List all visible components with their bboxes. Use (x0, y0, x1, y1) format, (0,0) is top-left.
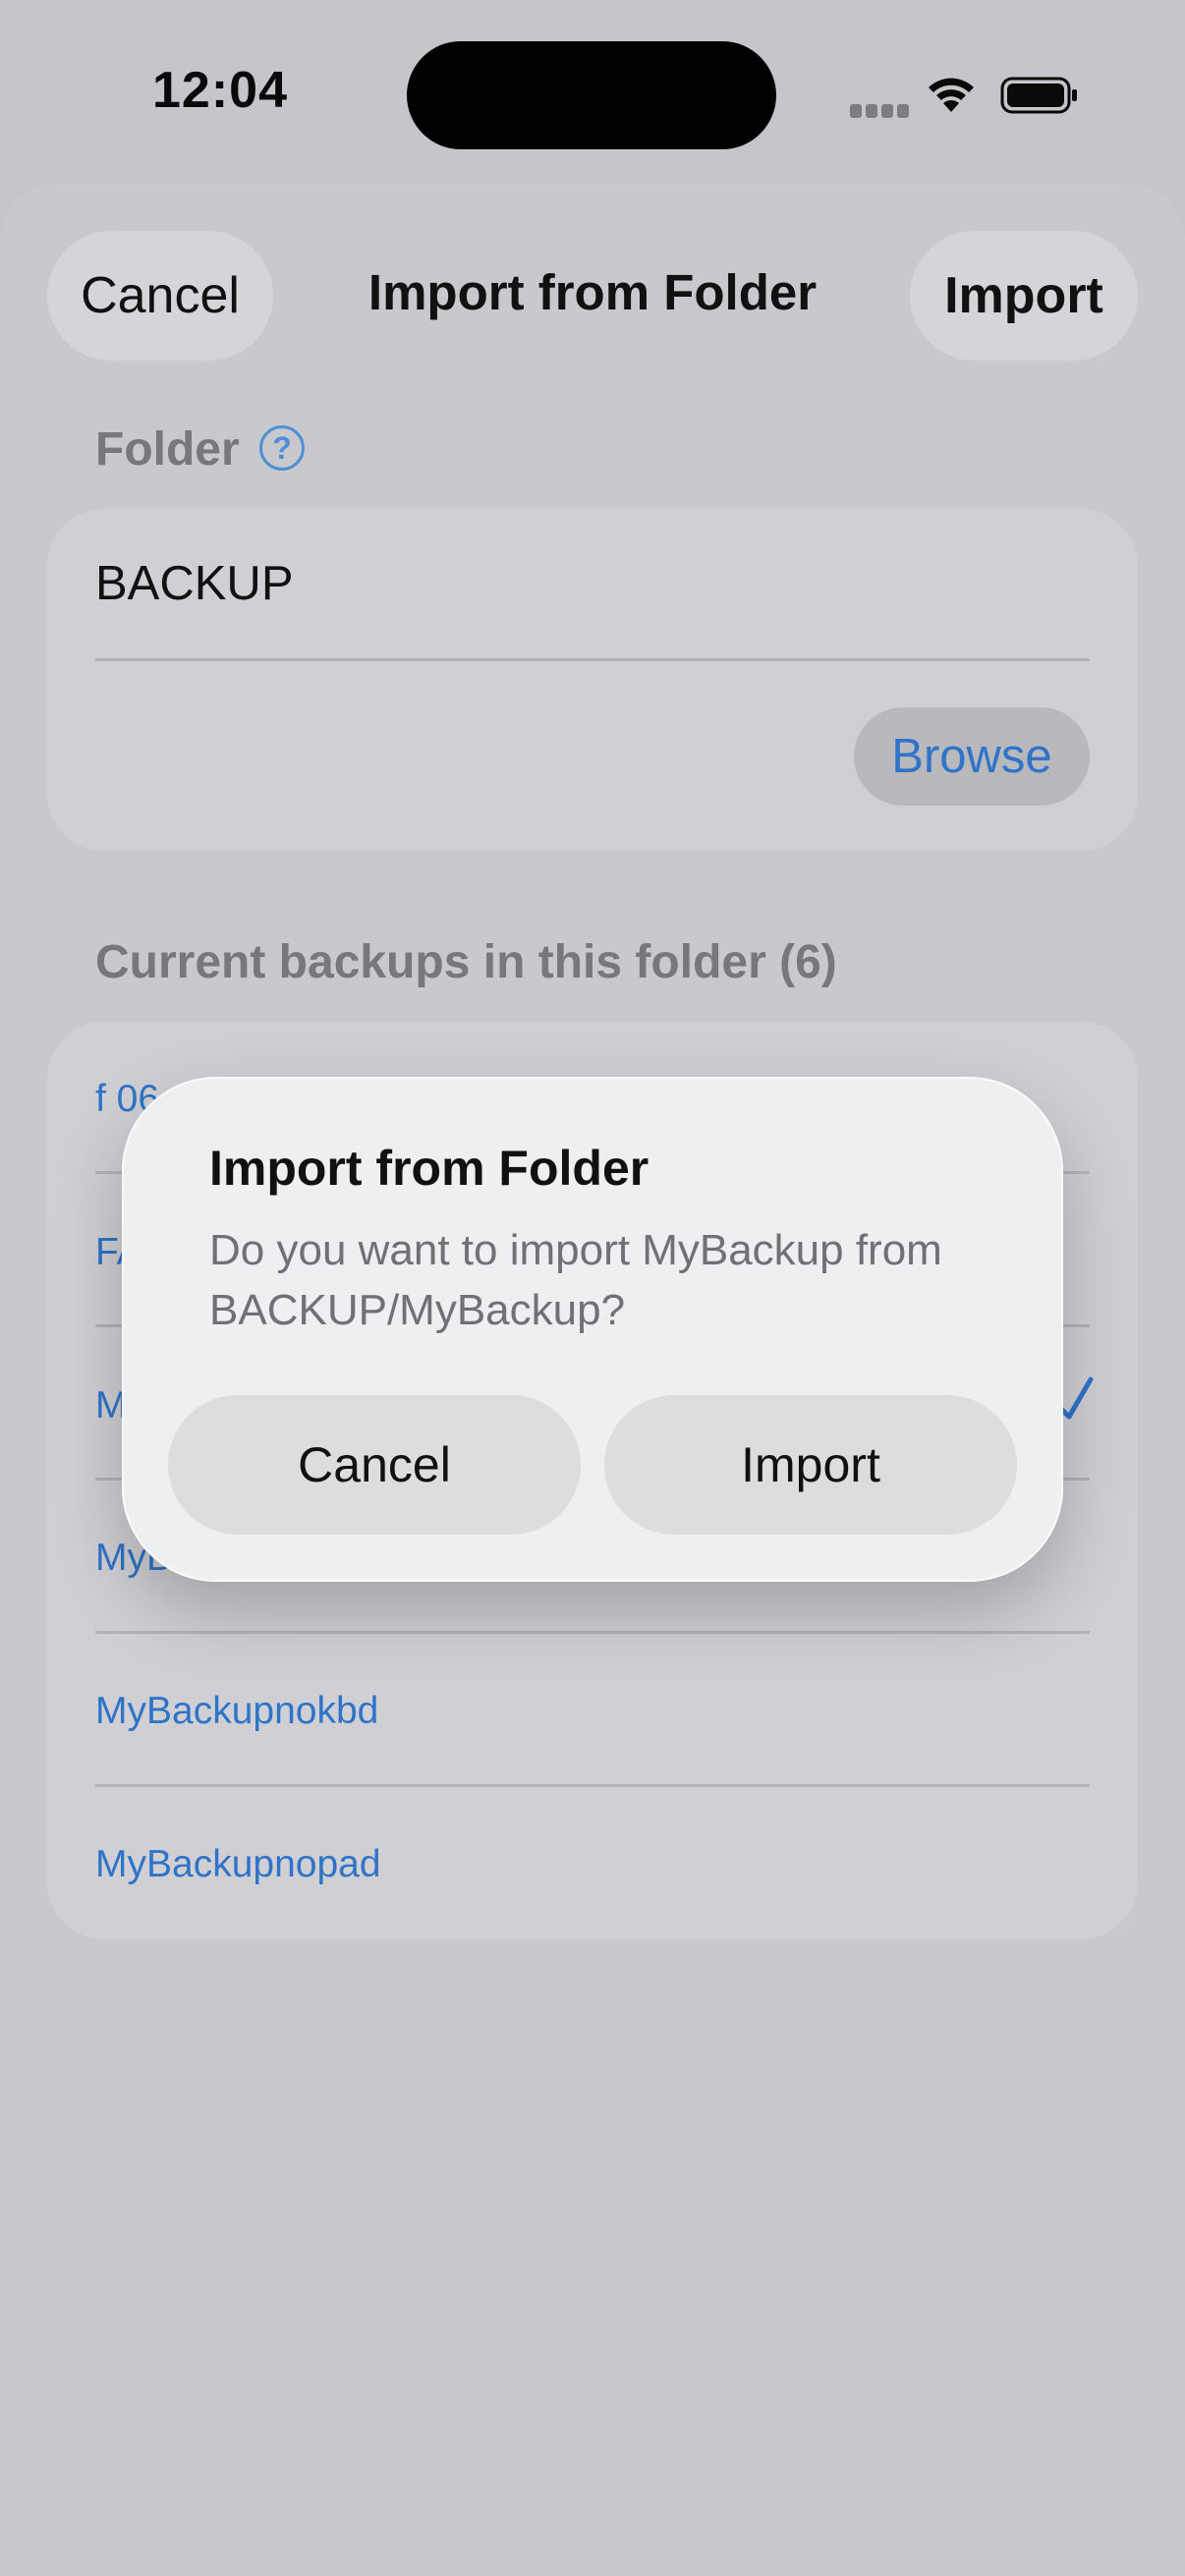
folder-section-label: Folder (95, 423, 240, 476)
folder-field[interactable]: BACKUP (95, 556, 294, 611)
dynamic-island (407, 41, 776, 149)
status-time: 12:04 (152, 62, 288, 119)
browse-label: Browse (891, 730, 1052, 783)
sheet-import-label: Import (944, 267, 1103, 324)
dialog-title: Import from Folder (209, 1141, 649, 1196)
status-bar: 12:04 (0, 0, 1185, 187)
cellular-signal-icon (850, 104, 909, 118)
row-divider (95, 1631, 1090, 1634)
browse-button[interactable]: Browse (854, 707, 1090, 806)
backup-row-5[interactable]: MyBackupnopad (95, 1843, 381, 1886)
sheet-import-button[interactable]: Import (910, 231, 1138, 361)
wifi-icon (929, 78, 974, 112)
dialog-import-label: Import (741, 1437, 880, 1492)
dialog-cancel-button[interactable]: Cancel (168, 1395, 581, 1535)
battery-icon (1000, 77, 1077, 114)
dialog-cancel-label: Cancel (298, 1437, 451, 1492)
help-icon[interactable]: ? (259, 425, 305, 471)
dialog-import-button[interactable]: Import (604, 1395, 1017, 1535)
field-divider (95, 658, 1090, 661)
row-divider (95, 1784, 1090, 1787)
backup-row-4[interactable]: MyBackupnokbd (95, 1690, 378, 1733)
backups-section-label: Current backups in this folder (6) (95, 936, 837, 988)
dialog-message: Do you want to import MyBackup from BACK… (209, 1226, 942, 1334)
